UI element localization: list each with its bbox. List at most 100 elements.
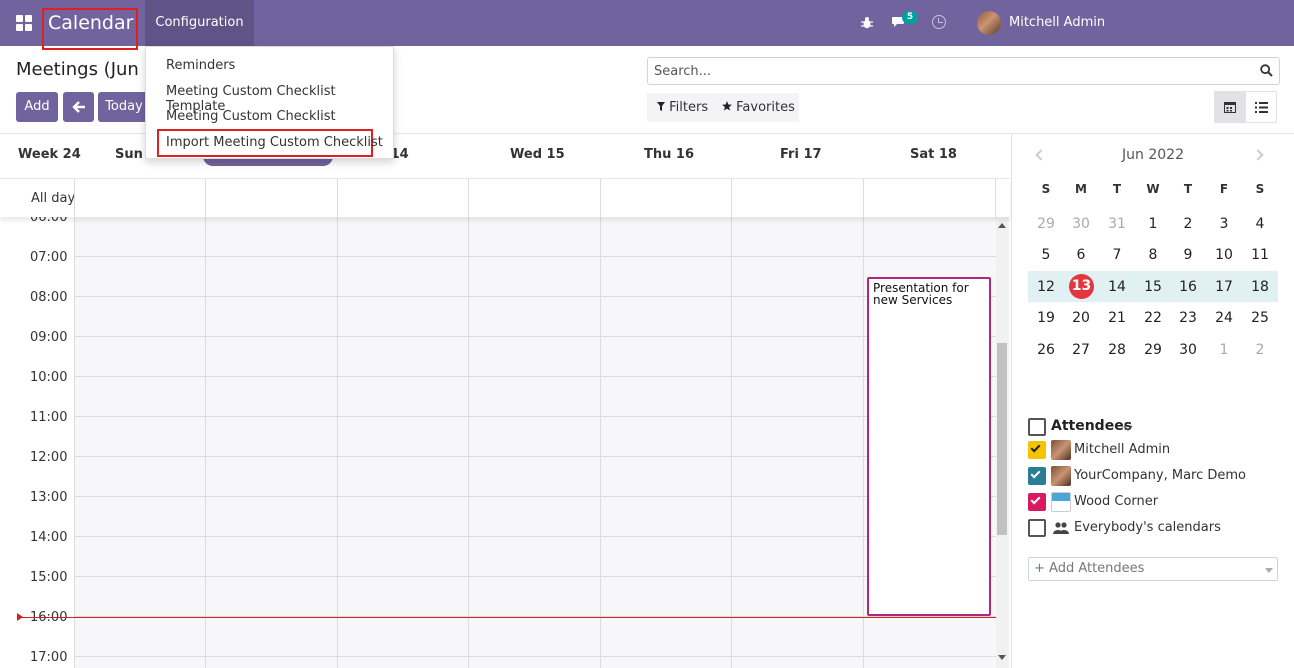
day-header[interactable]: Fri 17 bbox=[780, 147, 822, 162]
previous-button[interactable] bbox=[63, 92, 94, 122]
user-avatar[interactable] bbox=[977, 11, 1001, 35]
favorites-button[interactable]: Favorites bbox=[713, 93, 799, 122]
mini-calendar-day[interactable]: 28 bbox=[1099, 340, 1135, 360]
mini-calendar-day[interactable]: 10 bbox=[1206, 245, 1242, 265]
column-divider bbox=[731, 217, 732, 668]
all-day-row: All day bbox=[0, 178, 1010, 218]
filter-icon bbox=[657, 102, 665, 111]
attendee-label[interactable]: Mitchell Admin bbox=[1074, 442, 1170, 457]
hour-line bbox=[75, 296, 996, 297]
attendees-header: Attendees bbox=[1051, 418, 1133, 434]
mini-calendar-day[interactable]: 18 bbox=[1242, 277, 1278, 297]
bug-icon[interactable] bbox=[861, 16, 873, 29]
today-marker[interactable]: 13 bbox=[1069, 274, 1094, 299]
mini-calendar-day[interactable]: 23 bbox=[1170, 308, 1206, 328]
mini-calendar-day[interactable]: 21 bbox=[1099, 308, 1135, 328]
mini-calendar-day[interactable]: 9 bbox=[1170, 245, 1206, 265]
mini-calendar-day[interactable]: 22 bbox=[1135, 308, 1171, 328]
mini-calendar-day[interactable]: 14 bbox=[1099, 277, 1135, 297]
weekday-header: S bbox=[1041, 182, 1051, 196]
mini-calendar-day[interactable]: 12 bbox=[1028, 277, 1064, 297]
calendar-icon bbox=[1224, 102, 1236, 113]
mini-calendar-day[interactable]: 6 bbox=[1063, 245, 1099, 265]
mini-calendar-day[interactable]: 27 bbox=[1063, 340, 1099, 360]
mini-calendar-day[interactable]: 4 bbox=[1242, 214, 1278, 234]
calendar-event[interactable]: Presentation for new Services bbox=[867, 277, 991, 616]
column-divider bbox=[337, 217, 338, 668]
calendar-view-button[interactable] bbox=[1214, 91, 1246, 123]
list-view-button[interactable] bbox=[1245, 91, 1277, 123]
attendees-toggle-checkbox[interactable] bbox=[1028, 418, 1046, 436]
attendee-checkbox[interactable] bbox=[1028, 441, 1046, 459]
column-divider bbox=[600, 179, 601, 218]
mini-calendar-day[interactable]: 17 bbox=[1206, 277, 1242, 297]
mini-calendar-day[interactable]: 29 bbox=[1028, 214, 1064, 234]
mini-calendar-day[interactable]: 15 bbox=[1135, 277, 1171, 297]
filters-button[interactable]: Filters bbox=[647, 93, 713, 122]
scroll-down-icon[interactable] bbox=[998, 655, 1006, 660]
grid-scrollbar[interactable] bbox=[996, 217, 1009, 668]
mini-calendar-day[interactable]: 2 bbox=[1242, 340, 1278, 360]
mini-calendar-day[interactable]: 26 bbox=[1028, 340, 1064, 360]
mini-calendar-day[interactable]: 3 bbox=[1206, 214, 1242, 234]
weekday-header: W bbox=[1146, 182, 1160, 196]
add-attendees-select[interactable]: + Add Attendees bbox=[1028, 557, 1278, 581]
attendee-checkbox[interactable] bbox=[1028, 519, 1046, 537]
search-input[interactable] bbox=[654, 58, 1254, 84]
hour-label: 07:00 bbox=[30, 250, 68, 265]
apps-menu-icon[interactable] bbox=[16, 15, 32, 31]
scroll-thumb[interactable] bbox=[997, 343, 1007, 535]
configuration-menu[interactable]: Configuration bbox=[145, 0, 254, 46]
menu-item-import-checklist[interactable]: Import Meeting Custom Checklist bbox=[166, 135, 383, 150]
day-header[interactable]: Wed 15 bbox=[510, 147, 565, 162]
menu-item-custom-checklist[interactable]: Meeting Custom Checklist bbox=[166, 109, 336, 124]
day-header[interactable]: Sat 18 bbox=[910, 147, 957, 162]
mini-calendar-day[interactable]: 29 bbox=[1135, 340, 1171, 360]
attendee-label[interactable]: YourCompany, Marc Demo bbox=[1074, 468, 1246, 483]
attendee-checkbox[interactable] bbox=[1028, 467, 1046, 485]
column-divider bbox=[731, 179, 732, 218]
week-number: Week 24 bbox=[18, 147, 81, 162]
mini-calendar-day[interactable]: 25 bbox=[1242, 308, 1278, 328]
check-icon bbox=[1030, 494, 1041, 505]
users-icon bbox=[1051, 518, 1071, 538]
chevron-down-icon[interactable] bbox=[1123, 425, 1133, 432]
filters-label: Filters bbox=[669, 100, 709, 115]
mini-calendar-day[interactable]: 16 bbox=[1170, 277, 1206, 297]
add-button[interactable]: Add bbox=[16, 92, 58, 122]
mini-calendar-day[interactable]: 11 bbox=[1242, 245, 1278, 265]
mini-calendar-day[interactable]: 30 bbox=[1170, 340, 1206, 360]
day-header[interactable]: Thu 16 bbox=[644, 147, 694, 162]
page-title: Meetings (Jun 1 bbox=[16, 59, 156, 80]
scroll-up-icon[interactable] bbox=[998, 223, 1006, 228]
mini-calendar-day[interactable]: 7 bbox=[1099, 245, 1135, 265]
mini-calendar-day[interactable]: 20 bbox=[1063, 308, 1099, 328]
mini-calendar-day[interactable]: 31 bbox=[1099, 214, 1135, 234]
mini-calendar-day[interactable]: 19 bbox=[1028, 308, 1064, 328]
attendee-label[interactable]: Wood Corner bbox=[1074, 494, 1158, 509]
mini-calendar-day[interactable]: 24 bbox=[1206, 308, 1242, 328]
all-day-label: All day bbox=[31, 191, 76, 206]
hour-line bbox=[75, 656, 996, 657]
mini-calendar-day[interactable]: 30 bbox=[1063, 214, 1099, 234]
star-icon bbox=[722, 101, 732, 111]
app-brand[interactable]: Calendar bbox=[42, 8, 138, 50]
time-grid[interactable]: 06:00 07:00 08:00 09:00 10:00 11:00 12:0… bbox=[0, 217, 1010, 668]
mini-calendar-day[interactable]: 8 bbox=[1135, 245, 1171, 265]
mini-calendar-day[interactable]: 2 bbox=[1170, 214, 1206, 234]
column-divider bbox=[600, 217, 601, 668]
attendee-label[interactable]: Everybody's calendars bbox=[1074, 520, 1221, 535]
hour-line bbox=[75, 456, 996, 457]
today-button[interactable]: Today bbox=[98, 92, 150, 122]
arrow-left-icon bbox=[71, 101, 85, 113]
clock-icon[interactable] bbox=[932, 15, 946, 29]
column-divider bbox=[863, 179, 864, 218]
mini-calendar-day[interactable]: 5 bbox=[1028, 245, 1064, 265]
attendee-checkbox[interactable] bbox=[1028, 493, 1046, 511]
hour-line bbox=[75, 336, 996, 337]
mini-calendar-day[interactable]: 1 bbox=[1135, 214, 1171, 234]
menu-item-reminders[interactable]: Reminders bbox=[166, 58, 235, 73]
search-icon[interactable] bbox=[1260, 64, 1273, 77]
hour-label: 13:00 bbox=[30, 490, 68, 505]
mini-calendar-day[interactable]: 1 bbox=[1206, 340, 1242, 360]
